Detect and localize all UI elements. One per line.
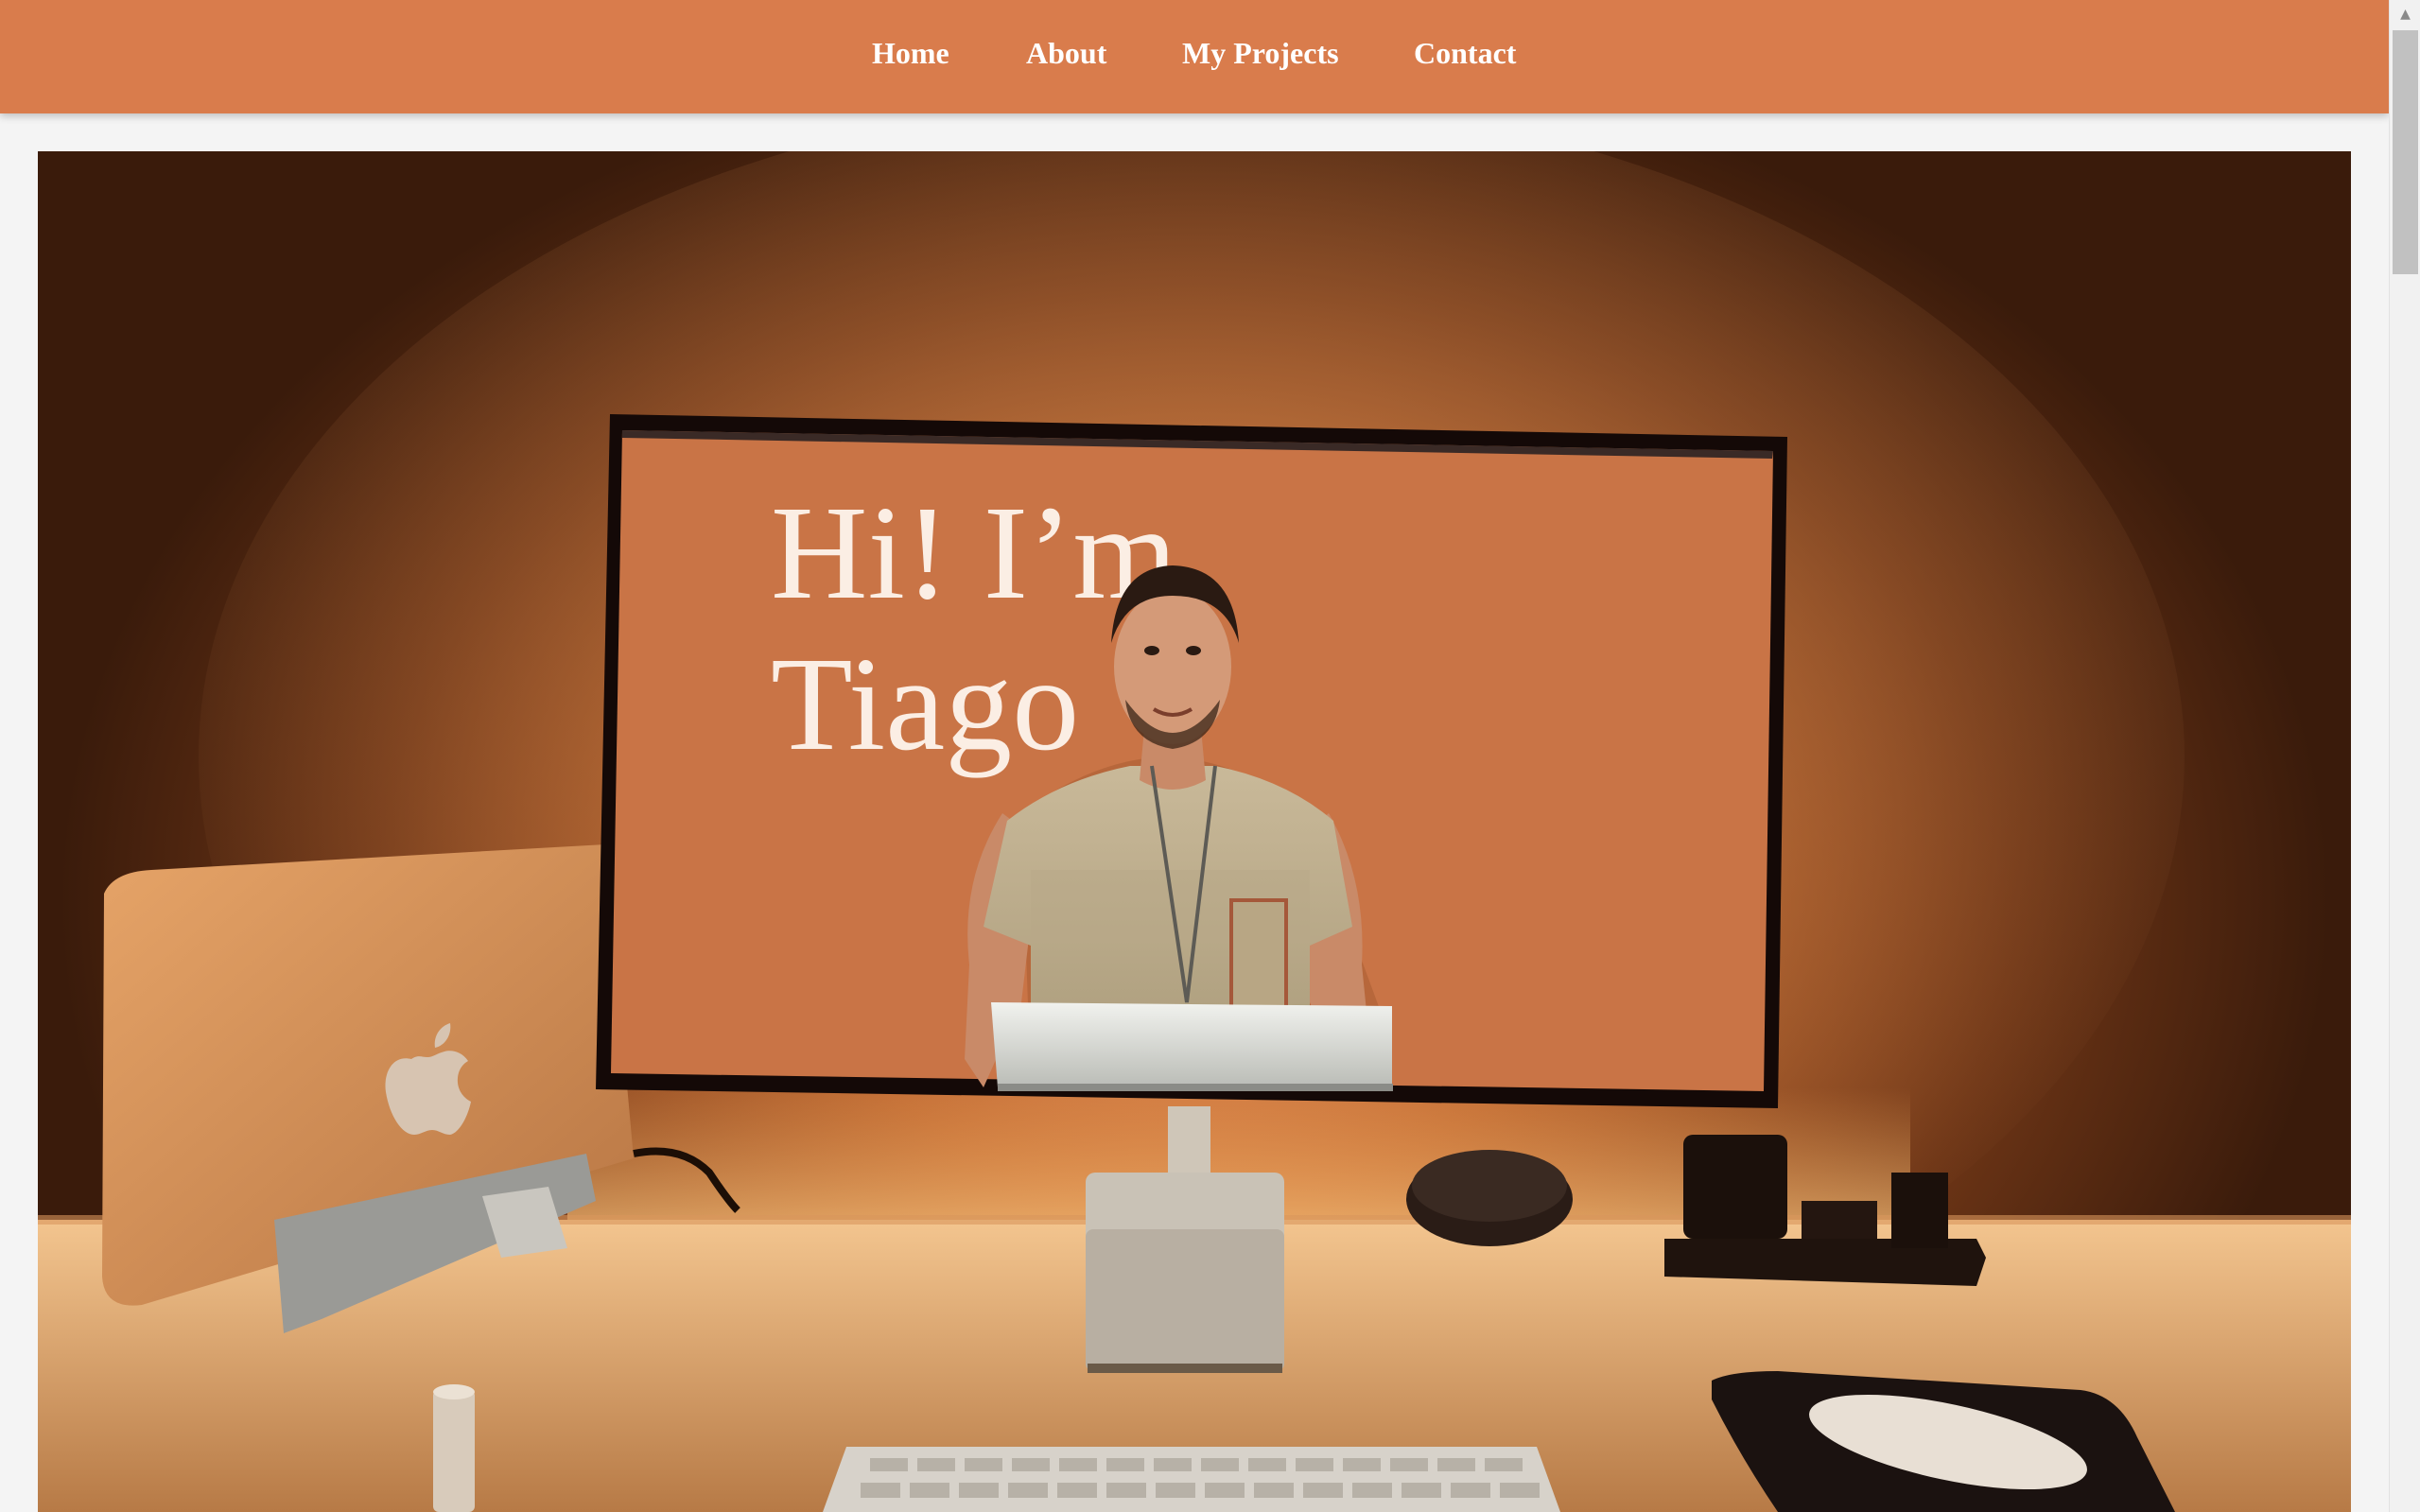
nav-link-my-projects[interactable]: My Projects (1182, 36, 1339, 71)
vertical-scrollbar[interactable]: ▲ (2389, 0, 2420, 1512)
nav-link-contact[interactable]: Contact (1414, 36, 1516, 71)
desk-setup-illustration: Hi! I’m Tiago (38, 151, 2351, 1512)
hero-greeting-line1: Hi! I’m (771, 478, 1177, 627)
nav-link-home[interactable]: Home (872, 36, 949, 71)
nav-link-about[interactable]: About (1026, 36, 1106, 71)
hero-greeting-line2: Tiago (771, 629, 1079, 778)
top-navbar: Home About My Projects Contact (0, 0, 2389, 113)
hero-image: Hi! I’m Tiago (38, 151, 2351, 1512)
page-viewport: Home About My Projects Contact Hi! I’m T… (0, 0, 2389, 1512)
scrollbar-thumb[interactable] (2393, 30, 2418, 274)
monitor: Hi! I’m Tiago (596, 414, 1787, 1108)
scroll-up-arrow-icon[interactable]: ▲ (2390, 0, 2420, 28)
